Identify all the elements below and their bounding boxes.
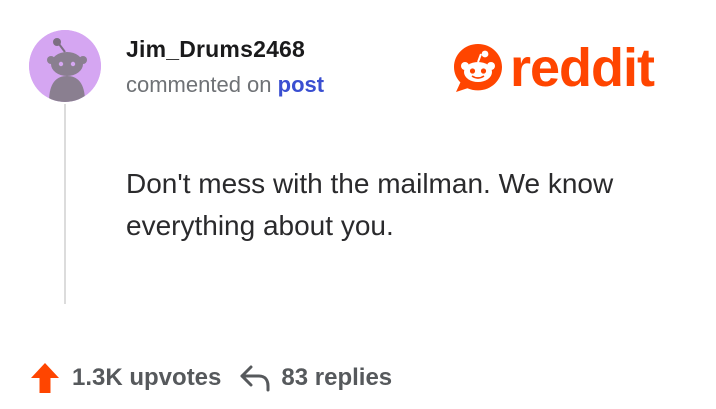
snoo-avatar-icon: [29, 30, 101, 102]
meta-prefix: commented on: [126, 72, 272, 97]
reddit-logo: reddit: [452, 38, 655, 98]
reply-count[interactable]: 83 replies: [281, 364, 392, 392]
comment-body: Don't mess with the mailman. We know eve…: [126, 168, 614, 241]
user-avatar[interactable]: [29, 30, 101, 102]
upvote-arrow-icon[interactable]: [30, 362, 60, 394]
comment-meta: commented on post: [126, 72, 324, 98]
reddit-comment-card: Jim_Drums2468 commented on post reddit D…: [0, 0, 716, 409]
reddit-wordmark: reddit: [510, 38, 655, 98]
comment-stats: 1.3K upvotes 83 replies: [30, 358, 392, 398]
username[interactable]: Jim_Drums2468: [126, 36, 305, 63]
reddit-snoo-icon: [454, 44, 502, 92]
thread-line: [64, 104, 66, 304]
reply-arrow-icon[interactable]: [239, 364, 271, 392]
upvote-count: 1.3K upvotes: [72, 364, 222, 391]
post-link[interactable]: post: [278, 72, 324, 97]
